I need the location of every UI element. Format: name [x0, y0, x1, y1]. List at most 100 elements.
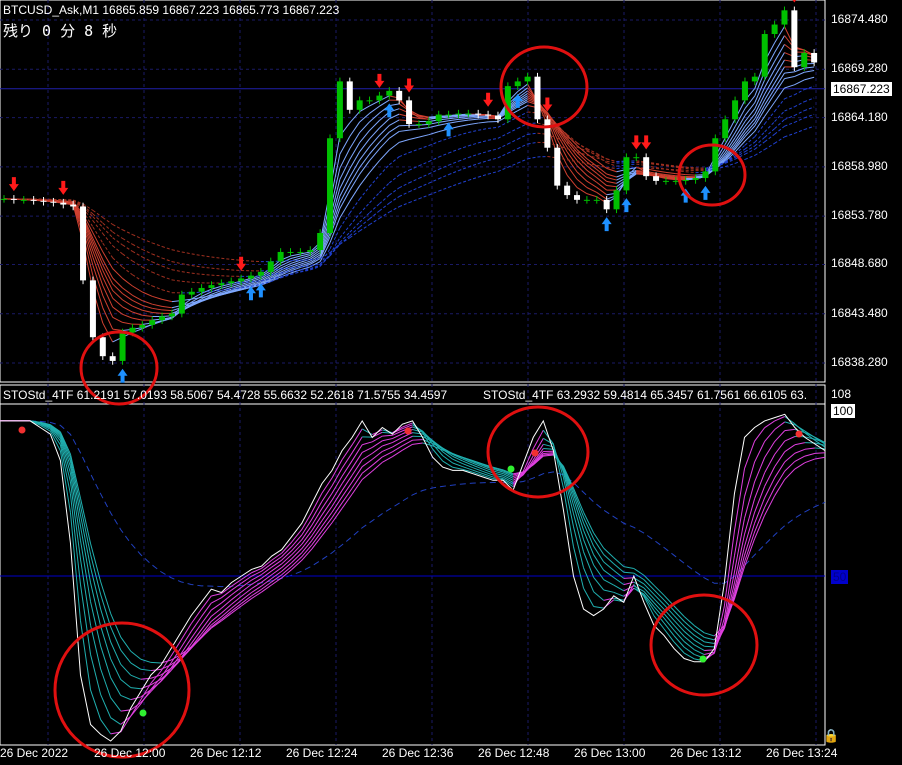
stoch-ribbon-segment — [653, 589, 665, 601]
ma-long-segment — [152, 253, 163, 259]
ma-ribbon-segment — [408, 136, 420, 141]
ma-long-segment — [527, 156, 538, 160]
stoch-ribbon-segment — [382, 442, 393, 447]
candle-body — [89, 280, 96, 338]
stoch-ribbon-segment — [784, 461, 796, 472]
stoch-ribbon-segment — [543, 452, 554, 455]
ma-ribbon-segment — [349, 142, 361, 160]
ma-long-segment — [191, 281, 202, 284]
stoch-ribbon-segment — [412, 439, 423, 441]
stoch-ribbon-segment — [130, 687, 141, 690]
stoch-ribbon-segment — [341, 460, 353, 477]
symbol-info: BTCUSD_Ask,M1 16865.859 16867.223 16865.… — [3, 3, 340, 17]
ma-long-segment — [448, 148, 459, 154]
current-price-label: 16867.223 — [831, 82, 892, 96]
candle-body — [336, 81, 343, 139]
stoch-ribbon-segment — [341, 475, 353, 491]
stoch-ribbon-segment — [382, 438, 393, 442]
ma-long-segment — [112, 224, 123, 231]
ma-long-segment — [804, 125, 815, 131]
candle-body — [218, 283, 225, 286]
stoch-ribbon-segment — [784, 428, 795, 432]
ma-long-segment — [122, 253, 133, 262]
ma-long-segment — [428, 178, 439, 184]
candle-body — [30, 199, 37, 201]
ma-long-segment — [379, 202, 390, 212]
candle-body — [178, 294, 185, 314]
ma-ribbon-segment — [112, 328, 123, 331]
stoch-ribbon-segment — [764, 420, 775, 429]
stoch-ribbon-segment — [744, 441, 756, 469]
ma-long-segment — [517, 158, 528, 164]
ma-long-segment — [112, 231, 123, 239]
stoch-ribbon-segment — [190, 616, 202, 632]
stoch-ribbon-segment — [321, 485, 333, 502]
level-50: 50 — [831, 570, 849, 584]
ma-long-segment — [458, 166, 469, 172]
level-108: 108 — [831, 387, 852, 401]
ma-ribbon-segment — [379, 137, 390, 150]
stoch-ribbon-segment — [90, 601, 102, 647]
stoch-ribbon-segment — [200, 595, 212, 610]
ma-long-segment — [398, 169, 410, 176]
stoch-ribbon-segment — [331, 467, 343, 487]
candle-body — [761, 34, 768, 77]
stoch-ribbon-segment — [261, 570, 272, 579]
stoch-ribbon-segment — [794, 448, 806, 454]
ma-ribbon-segment — [132, 300, 143, 306]
ma-long-segment — [102, 242, 114, 259]
ma-ribbon-segment — [388, 141, 400, 151]
stoch-ribbon-segment — [120, 663, 132, 676]
stoch-ribbon-segment — [361, 446, 373, 453]
candle-body — [317, 233, 324, 251]
ma-ribbon-segment — [784, 76, 795, 80]
stoch-signal-dot — [404, 427, 412, 435]
buy-arrow-icon — [117, 368, 128, 383]
stoch-ribbon-segment — [774, 440, 786, 455]
ma-long-segment — [428, 168, 439, 175]
ma-long-segment — [171, 249, 182, 253]
ma-ribbon-segment — [389, 131, 400, 139]
candle-body — [267, 261, 274, 272]
ma-long-segment — [478, 150, 489, 155]
ma-long-segment — [211, 256, 222, 259]
ma-ribbon-segment — [448, 121, 459, 124]
price-tick: 16848.680 — [831, 256, 888, 271]
chart-canvas[interactable] — [0, 0, 902, 765]
ma-long-segment — [794, 101, 805, 108]
stoch-ribbon-segment — [150, 661, 162, 664]
ma-long-segment — [794, 129, 805, 134]
ma-ribbon-segment — [794, 67, 805, 73]
stoch-ribbon-segment — [321, 493, 333, 509]
candle-body — [672, 180, 679, 182]
stoch-ribbon-segment — [321, 477, 333, 494]
stoch-ribbon-segment — [271, 563, 282, 572]
stoch-ribbon-segment — [90, 689, 102, 720]
stoch-ribbon-segment — [744, 481, 756, 519]
ma-ribbon-segment — [161, 298, 173, 303]
ma-long-segment — [754, 149, 765, 156]
sell-arrow-icon — [641, 135, 652, 150]
ma-long-segment — [517, 143, 528, 150]
stoch-ribbon-segment — [221, 612, 232, 622]
ma-ribbon-segment — [142, 314, 153, 317]
buy-arrow-icon — [601, 217, 612, 232]
ma-long-segment — [754, 123, 766, 137]
time-tick: 26 Dec 12:36 — [382, 746, 454, 760]
ma-long-segment — [744, 148, 756, 155]
ma-long-segment — [754, 141, 766, 150]
candle-body — [346, 81, 353, 110]
ma-long-segment — [418, 194, 429, 200]
ma-long-segment — [250, 260, 261, 263]
ma-ribbon-segment — [458, 117, 469, 120]
ma-ribbon-segment — [804, 69, 815, 73]
stoch-ribbon-segment — [804, 447, 816, 450]
stoch-ribbon-segment — [361, 458, 373, 468]
lock-icon[interactable]: 🔒 — [823, 728, 839, 744]
ma-long-segment — [191, 265, 202, 268]
ma-ribbon-segment — [685, 174, 696, 176]
candle-body — [297, 251, 304, 253]
stoch-ribbon-segment — [362, 441, 373, 446]
candle-body — [564, 185, 571, 196]
ma-ribbon-segment — [369, 100, 380, 107]
